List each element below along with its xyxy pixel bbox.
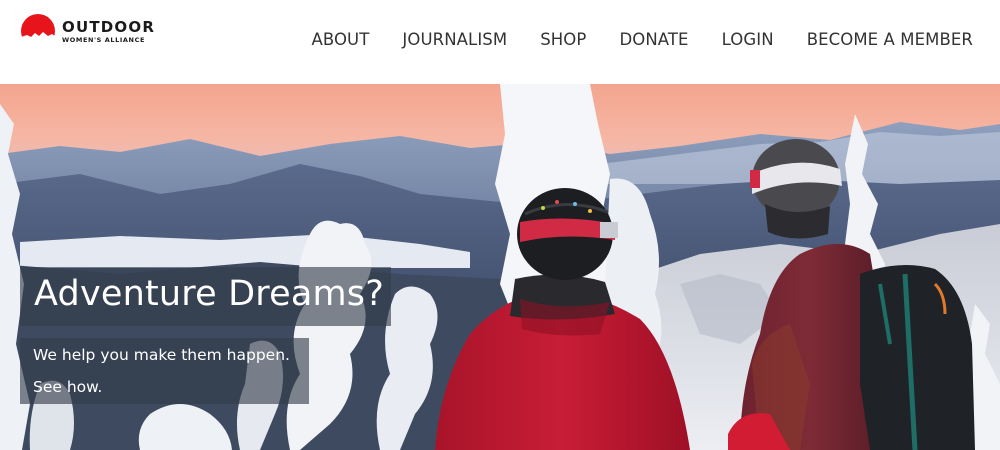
brand-name: OUTDOOR WOMEN'S ALLIANCE: [62, 20, 155, 44]
nav-item-shop[interactable]: SHOP: [540, 30, 586, 49]
brand-name-line2: WOMEN'S ALLIANCE: [62, 36, 145, 45]
nav-item-donate[interactable]: DONATE: [619, 30, 688, 49]
nav-item-login[interactable]: LOGIN: [722, 30, 774, 49]
hero-headline: Adventure Dreams?: [34, 274, 385, 314]
nav-item-journalism[interactable]: JOURNALISM: [402, 30, 507, 49]
sun-mountain-logo-icon: [20, 14, 58, 50]
main-nav: ABOUT JOURNALISM SHOP DONATE LOGIN BECOM…: [311, 30, 973, 49]
see-how-link[interactable]: See how.: [33, 378, 102, 396]
site-header: OUTDOOR WOMEN'S ALLIANCE ABOUT JOURNALIS…: [0, 0, 1000, 84]
site-logo[interactable]: OUTDOOR WOMEN'S ALLIANCE: [20, 14, 155, 50]
nav-item-become-a-member[interactable]: BECOME A MEMBER: [807, 30, 973, 49]
nav-item-about[interactable]: ABOUT: [311, 30, 369, 49]
hero-subtext: We help you make them happen.: [33, 346, 290, 364]
brand-name-line1: OUTDOOR: [62, 18, 156, 37]
